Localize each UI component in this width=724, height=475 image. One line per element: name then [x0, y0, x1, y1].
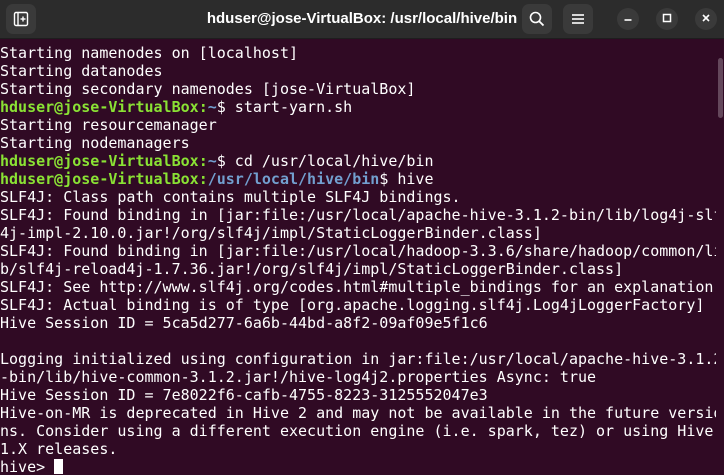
scrollbar[interactable]: [716, 38, 724, 475]
output-line: Logging initialized using configuration …: [0, 350, 716, 368]
prompt-separator: :: [198, 170, 208, 188]
new-tab-icon: [13, 11, 29, 27]
output-text: SLF4J: Found binding in [jar:file:/usr/l…: [0, 206, 716, 224]
output-text: Starting secondary namenodes [jose-Virtu…: [0, 80, 416, 98]
hive-prompt-line: hive>: [0, 458, 716, 475]
output-text: Hive Session ID = 5ca5d277-6a6b-44bd-a8f…: [0, 314, 488, 332]
output-line: Starting datanodes: [0, 62, 716, 80]
hamburger-menu-icon: [571, 12, 585, 26]
output-text: Hive-on-MR is deprecated in Hive 2 and m…: [0, 404, 716, 422]
output-line: Hive Session ID = 5ca5d277-6a6b-44bd-a8f…: [0, 314, 716, 332]
output-text: 1.X releases.: [0, 440, 118, 458]
prompt-user: hduser@jose-VirtualBox: [0, 170, 199, 188]
command-text: $ cd /usr/local/hive/bin: [216, 152, 434, 170]
output-line: Starting secondary namenodes [jose-Virtu…: [0, 80, 716, 98]
search-button[interactable]: [522, 4, 552, 34]
prompt-line: hduser@jose-VirtualBox:~$ start-yarn.sh: [0, 98, 716, 116]
prompt-path: /usr/local/hive/bin: [207, 170, 380, 188]
output-line: 4j-impl-2.10.0.jar!/org/slf4j/impl/Stati…: [0, 224, 716, 242]
output-line: Starting nodemanagers: [0, 134, 716, 152]
prompt-line: hduser@jose-VirtualBox:/usr/local/hive/b…: [0, 170, 716, 188]
prompt-path: ~: [207, 98, 217, 116]
output-line: SLF4J: See http://www.slf4j.org/codes.ht…: [0, 278, 716, 296]
output-text: SLF4J: Found binding in [jar:file:/usr/l…: [0, 242, 716, 260]
command-text: $ hive: [379, 170, 434, 188]
output-text: Hive Session ID = 7e8022f6-cafb-4755-822…: [0, 386, 488, 404]
window-title: hduser@jose-VirtualBox: /usr/local/hive/…: [206, 10, 518, 27]
output-text: 4j-impl-2.10.0.jar!/org/slf4j/impl/Stati…: [0, 224, 542, 242]
command-text: $ start-yarn.sh: [216, 98, 353, 116]
output-line: Hive Session ID = 7e8022f6-cafb-4755-822…: [0, 386, 716, 404]
output-line: ns. Consider using a different execution…: [0, 422, 716, 440]
menu-button[interactable]: [563, 4, 593, 34]
scrollbar-thumb[interactable]: [718, 58, 723, 118]
title-bar: hduser@jose-VirtualBox: /usr/local/hive/…: [0, 0, 724, 39]
text-cursor: [54, 459, 64, 474]
minimize-icon: [623, 10, 633, 28]
output-text: Starting nodemanagers: [0, 134, 190, 152]
close-button[interactable]: [695, 8, 717, 30]
prompt-user: hduser@jose-VirtualBox: [0, 152, 199, 170]
search-icon: [529, 11, 545, 27]
prompt-separator: :: [198, 152, 208, 170]
prompt-path: ~: [207, 152, 217, 170]
output-text: SLF4J: See http://www.slf4j.org/codes.ht…: [0, 278, 716, 296]
output-text: ns. Consider using a different execution…: [0, 422, 714, 440]
new-tab-button[interactable]: [6, 4, 36, 34]
output-line: SLF4J: Actual binding is of type [org.ap…: [0, 296, 716, 314]
output-line: SLF4J: Class path contains multiple SLF4…: [0, 188, 716, 206]
prompt-line: hduser@jose-VirtualBox:~$ cd /usr/local/…: [0, 152, 716, 170]
output-text: Starting datanodes: [0, 62, 163, 80]
output-line: -bin/lib/hive-common-3.1.2.jar!/hive-log…: [0, 368, 716, 386]
output-line: 1.X releases.: [0, 440, 716, 458]
output-text: Starting resourcemanager: [0, 116, 217, 134]
hive-prompt: hive>: [0, 458, 55, 475]
maximize-button[interactable]: [656, 8, 678, 30]
output-text: b/slf4j-reload4j-1.7.36.jar!/org/slf4j/i…: [0, 260, 624, 278]
prompt-user: hduser@jose-VirtualBox: [0, 98, 199, 116]
output-line: Starting resourcemanager: [0, 116, 716, 134]
output-line: Hive-on-MR is deprecated in Hive 2 and m…: [0, 404, 716, 422]
output-text: Starting namenodes on [localhost]: [0, 44, 299, 62]
output-text: -bin/lib/hive-common-3.1.2.jar!/hive-log…: [0, 368, 597, 386]
terminal-window: hduser@jose-VirtualBox: /usr/local/hive/…: [0, 0, 724, 475]
output-line: Starting namenodes on [localhost]: [0, 44, 716, 62]
output-line: SLF4J: Found binding in [jar:file:/usr/l…: [0, 206, 716, 224]
output-text: SLF4J: Class path contains multiple SLF4…: [0, 188, 461, 206]
close-icon: [701, 10, 711, 28]
maximize-icon: [662, 10, 672, 28]
terminal-output[interactable]: Starting namenodes on [localhost] Startin…: [0, 38, 716, 475]
output-line: SLF4J: Found binding in [jar:file:/usr/l…: [0, 242, 716, 260]
output-text: Logging initialized using configuration …: [0, 350, 716, 368]
output-text: SLF4J: Actual binding is of type [org.ap…: [0, 296, 705, 314]
minimize-button[interactable]: [617, 8, 639, 30]
prompt-separator: :: [198, 98, 208, 116]
output-line: b/slf4j-reload4j-1.7.36.jar!/org/slf4j/i…: [0, 260, 716, 278]
